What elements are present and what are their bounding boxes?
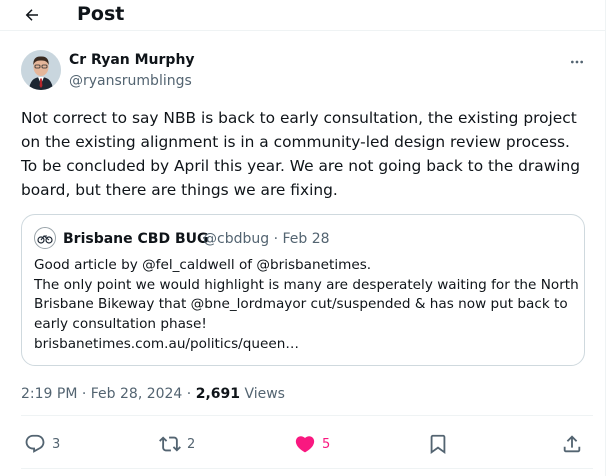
views-count: 2,691 — [195, 386, 240, 402]
page-title: Post — [77, 3, 125, 25]
bug-logo-icon — [36, 229, 54, 247]
heart-filled-icon — [295, 436, 315, 453]
share-button[interactable] — [561, 432, 583, 456]
post-text-line: To be concluded by April this year. We a… — [21, 157, 581, 175]
repost-button[interactable]: 2 — [159, 432, 195, 456]
views-label: Views — [240, 386, 285, 402]
author-avatar[interactable] — [21, 50, 61, 90]
quoted-text-line: Good article by @fel_caldwell of @brisba… — [34, 257, 372, 273]
quoted-link[interactable]: brisbanetimes.com.au/politics/queen… — [34, 335, 574, 355]
divider — [21, 468, 593, 469]
quoted-text-line: Brisbane Bikeway that @bne_lordmayor cut… — [34, 296, 568, 313]
more-options-button[interactable] — [565, 52, 589, 72]
quoted-author-avatar — [34, 227, 56, 249]
quoted-author-name: Brisbane CBD BUG — [63, 231, 209, 247]
quoted-text: Good article by @fel_caldwell of @brisba… — [34, 256, 579, 355]
arrow-left-icon — [25, 9, 38, 21]
like-button[interactable]: 5 — [294, 432, 330, 456]
reply-button[interactable]: 3 — [24, 432, 60, 456]
author-name[interactable]: Cr Ryan Murphy — [69, 51, 195, 69]
author-handle[interactable]: @ryansrumblings — [69, 72, 192, 90]
divider — [0, 30, 605, 31]
repost-count: 2 — [187, 436, 196, 452]
quoted-post[interactable]: Brisbane CBD BUG @cbdbug · Feb 28 Good a… — [21, 214, 585, 366]
quoted-text-line: The only point we would highlight is man… — [34, 276, 579, 293]
post-text-line: on the existing alignment is in a commun… — [21, 133, 570, 151]
top-bar: Post — [0, 0, 606, 29]
post-text: Not correct to say NBB is back to early … — [21, 106, 593, 202]
post-text-line: board, but there are things we are fixin… — [21, 181, 338, 199]
author-photo — [21, 50, 61, 90]
bookmark-icon — [430, 434, 446, 455]
share-icon — [563, 435, 581, 453]
divider — [21, 415, 593, 416]
reply-count: 3 — [52, 436, 61, 452]
back-button[interactable] — [18, 3, 46, 27]
like-count: 5 — [322, 436, 331, 452]
bookmark-button[interactable] — [427, 432, 449, 456]
quoted-text-line: early consultation phase! — [34, 316, 207, 333]
repost-icon — [159, 436, 181, 452]
more-icon — [571, 60, 583, 64]
reply-icon — [25, 434, 45, 453]
post-text-line: Not correct to say NBB is back to early … — [21, 109, 577, 127]
post-timestamp: 2:19 PM · Feb 28, 2024 · 2,691 Views — [21, 385, 285, 403]
timestamp-text[interactable]: 2:19 PM · Feb 28, 2024 · — [21, 386, 196, 402]
column-border — [605, 0, 606, 476]
quoted-author-meta: @cbdbug · Feb 28 — [203, 231, 330, 247]
